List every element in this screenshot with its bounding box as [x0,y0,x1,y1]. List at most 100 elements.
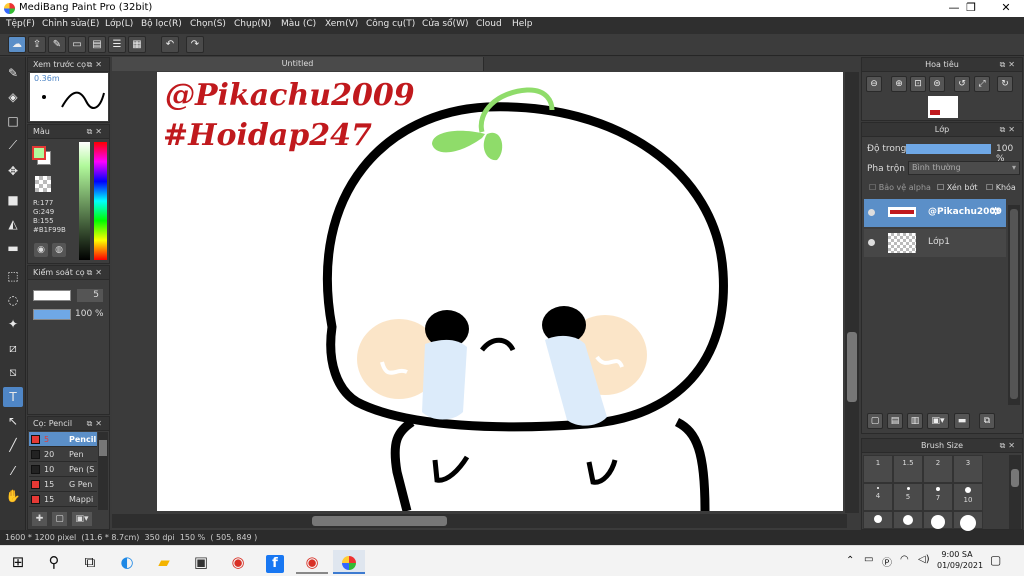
folder-icon[interactable]: ▬ [954,413,970,429]
brush-list-scrollbar[interactable] [98,432,108,510]
gear-icon[interactable]: ✲ [991,205,1000,218]
comment-icon[interactable]: ✎ [48,36,66,53]
primary-color-swatch[interactable] [32,146,46,160]
windows-start-icon[interactable]: ⊞ [2,550,34,574]
grid-icon[interactable]: ▦ [128,36,146,53]
new-layer-icon[interactable]: ▢ [867,413,883,429]
brush-size-cell[interactable] [923,511,953,529]
brush-size-cell[interactable] [953,511,983,531]
undo-icon[interactable]: ↶ [161,36,179,53]
brush-size-cell[interactable] [863,511,893,529]
brush-new-icon[interactable]: ▢ [52,512,67,526]
palette-icon[interactable]: ◉ [34,243,48,257]
chat-icon[interactable]: ▭ [68,36,86,53]
menu-color[interactable]: Màu (C) [281,19,316,29]
brush-size-cell[interactable]: 3 [953,455,983,483]
bucket-tool-icon[interactable]: ◭ [3,214,23,234]
brush-opacity-slider[interactable] [33,309,71,320]
brush-size-slider[interactable] [33,290,71,301]
chrome-icon[interactable]: ◉ [222,550,254,574]
new-8bit-layer-icon[interactable]: ▥ [907,413,923,429]
share-icon[interactable]: ⇪ [28,36,46,53]
store-icon[interactable]: ▣ [185,550,217,574]
menu-layer[interactable]: Lớp(L) [105,19,133,29]
new-halftone-layer-icon[interactable]: ▤ [887,413,903,429]
brush-add-icon[interactable]: ✚ [32,512,47,526]
layer-visibility-icon[interactable] [868,209,875,216]
facebook-icon[interactable]: f [259,550,291,574]
menu-file[interactable]: Tệp(F) [6,19,35,29]
menu-edit[interactable]: Chỉnh sửa(E) [42,19,99,29]
chrome-active-icon[interactable]: ◉ [296,550,328,574]
panel-controls-icon[interactable]: ⧉✕ [87,266,105,280]
brush-size-cell[interactable]: 10 [953,483,983,511]
transparent-color-swatch[interactable] [35,176,51,192]
dot-tool-icon[interactable]: ⟋ [3,135,23,155]
navigator-thumbnail[interactable] [928,96,958,118]
layer-visibility-icon[interactable] [868,239,875,246]
fullscreen-icon[interactable]: ⤢ [974,76,990,92]
menu-tools[interactable]: Công cụ(T) [366,19,415,29]
brush-size-value[interactable]: 5 [77,289,103,302]
brush-list-item[interactable]: 15 G Pen [29,477,97,492]
rotate-right-icon[interactable]: ↻ [997,76,1013,92]
list-icon[interactable]: ☰ [108,36,126,53]
menu-select[interactable]: Chọn(S) [190,19,226,29]
zoom-in-icon[interactable]: ⊕ [891,76,907,92]
layer-scrollbar[interactable] [1008,205,1020,405]
canvas-horizontal-scrollbar[interactable] [112,514,847,528]
layer-add-menu-icon[interactable]: ▣▾ [927,413,949,429]
layer-row-layer1[interactable]: Lớp1 [864,229,1006,257]
menu-window[interactable]: Cửa sổ(W) [422,19,468,29]
divide-tool-icon[interactable]: ╱ [3,435,23,455]
redo-icon[interactable]: ↷ [186,36,204,53]
brush-list-item[interactable]: 10 Pen (S [29,462,97,477]
clock[interactable]: 9:00 SA 01/09/2021 [937,549,983,571]
tray-chevron-up-icon[interactable]: ⌃ [846,555,854,566]
panel-controls-icon[interactable]: ⧉✕ [1000,58,1018,72]
volume-icon[interactable]: ◁) [918,554,930,565]
lock-checkbox[interactable]: ☐ Khóa [986,183,1016,192]
menu-filter[interactable]: Bộ lọc(R) [141,19,182,29]
brush-size-cell[interactable]: 2 [923,455,953,483]
maximize-button[interactable]: ❐ [954,0,988,17]
search-icon[interactable]: ⚲ [38,550,70,574]
brush-list-item[interactable]: 20 Pen [29,447,97,462]
close-button[interactable]: ✕ [989,0,1023,17]
brush-size-scrollbar[interactable] [1009,455,1021,529]
select-tool-icon[interactable]: ⬚ [3,266,23,286]
fit-icon[interactable]: ⊡ [910,76,926,92]
eraser-tool-icon[interactable]: ◈ [3,87,23,107]
lasso-tool-icon[interactable]: ◌ [3,290,23,310]
layer-row-pikachu[interactable]: @Pikachu2009 ✲ [864,199,1006,227]
drawing-canvas[interactable]: @Pikachu2009 #Hoidap247 [157,72,843,511]
cloud-icon[interactable]: ☁ [8,36,26,53]
brush-size-cell[interactable]: 5 [893,483,923,511]
panel-controls-icon[interactable]: ⧉✕ [87,58,105,72]
fill-tool-icon[interactable]: ■ [3,190,23,210]
layer-opacity-slider[interactable] [906,144,991,154]
document-icon[interactable]: ▤ [88,36,106,53]
brush-size-cell[interactable]: 4 [863,483,893,511]
clipping-checkbox[interactable]: ☐ Xén bớt [937,183,977,192]
panel-controls-icon[interactable]: ⧉✕ [87,125,105,139]
gradient-tool-icon[interactable]: ▬ [3,238,23,258]
hand-tool-icon[interactable]: ✋ [3,486,23,506]
brush-tool-icon[interactable]: ✎ [3,63,23,83]
hue-slider[interactable] [94,142,107,260]
panel-controls-icon[interactable]: ⧉✕ [1000,123,1018,137]
language-icon[interactable]: Ⓟ [882,554,892,569]
menu-cloud[interactable]: Cloud [476,19,502,29]
brightness-slider[interactable] [79,142,90,260]
move-tool-icon[interactable]: ✥ [3,161,23,181]
task-view-icon[interactable]: ⧉ [74,550,106,574]
brush-size-cell[interactable]: 1.5 [893,455,923,483]
menu-snap[interactable]: Chụp(N) [234,19,271,29]
text-tool-icon[interactable]: T [3,387,23,407]
palette-settings-icon[interactable]: ◍ [52,243,66,257]
panel-controls-icon[interactable]: ⧉✕ [87,417,105,431]
canvas-tab[interactable]: Untitled [112,57,484,71]
brush-size-cell[interactable] [893,511,923,529]
menu-help[interactable]: Help [512,19,533,29]
operation-tool-icon[interactable]: ↖ [3,411,23,431]
